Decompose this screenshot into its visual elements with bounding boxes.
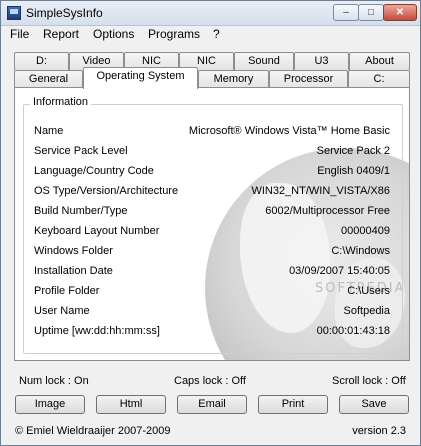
- info-value: C:\Windows: [331, 245, 390, 257]
- tab-sound[interactable]: Sound: [234, 52, 294, 70]
- info-key: Name: [34, 125, 64, 137]
- print-button[interactable]: Print: [258, 395, 328, 414]
- close-button[interactable]: ✕: [383, 4, 417, 21]
- info-row: Installation Date 03/09/2007 15:40:05: [15, 265, 409, 279]
- menu-file[interactable]: File: [10, 27, 29, 41]
- menu-bar: File Report Options Programs ?: [1, 26, 420, 45]
- menu-programs[interactable]: Programs: [148, 27, 200, 41]
- info-value: Service Pack 2: [316, 145, 390, 157]
- version-text: version 2.3: [352, 425, 406, 437]
- tab-memory[interactable]: Memory: [198, 70, 269, 88]
- info-value: 03/09/2007 15:40:05: [289, 265, 390, 277]
- info-key: User Name: [34, 305, 90, 317]
- info-key: Installation Date: [34, 265, 113, 277]
- info-key: Language/Country Code: [34, 165, 154, 177]
- info-key: Profile Folder: [34, 285, 100, 297]
- app-window-icon: [7, 6, 21, 20]
- menu-report[interactable]: Report: [43, 27, 79, 41]
- tab-about[interactable]: About: [349, 52, 410, 70]
- tab-drive-d[interactable]: D:: [14, 52, 69, 70]
- window-title: SimpleSysInfo: [26, 6, 103, 20]
- info-value: Softpedia: [343, 305, 390, 317]
- tab-general[interactable]: General: [14, 70, 83, 88]
- minimize-button[interactable]: –: [333, 4, 359, 21]
- info-key: Build Number/Type: [34, 205, 128, 217]
- num-lock-status: Num lock : On: [19, 375, 89, 387]
- copyright-text: © Emiel Wieldraaijer 2007-2009: [15, 425, 171, 437]
- info-value: C:\Users: [347, 285, 390, 297]
- info-row: User Name Softpedia: [15, 305, 409, 319]
- maximize-button[interactable]: □: [358, 4, 384, 21]
- tab-drive-c[interactable]: C:: [348, 70, 410, 88]
- app-window: SimpleSysInfo – □ ✕ File Report Options …: [0, 0, 421, 446]
- info-row: Profile Folder C:\Users: [15, 285, 409, 299]
- tab-processor[interactable]: Processor: [269, 70, 348, 88]
- info-row: Service Pack Level Service Pack 2: [15, 145, 409, 159]
- title-bar[interactable]: SimpleSysInfo – □ ✕: [1, 1, 420, 26]
- info-key: OS Type/Version/Architecture: [34, 185, 179, 197]
- info-row: Language/Country Code English 0409/1: [15, 165, 409, 179]
- info-row: Build Number/Type 6002/Multiprocessor Fr…: [15, 205, 409, 219]
- info-row: Uptime [ww:dd:hh:mm:ss] 00:00:01:43:18: [15, 325, 409, 339]
- info-row: Keyboard Layout Number 00000409: [15, 225, 409, 239]
- info-value: English 0409/1: [317, 165, 390, 177]
- information-group-label: Information: [30, 96, 92, 108]
- image-button[interactable]: Image: [15, 395, 85, 414]
- info-value: WIN32_NT/WIN_VISTA/X86: [251, 185, 390, 197]
- html-button[interactable]: Html: [96, 395, 166, 414]
- menu-options[interactable]: Options: [93, 27, 134, 41]
- save-button[interactable]: Save: [339, 395, 409, 414]
- info-value: 6002/Multiprocessor Free: [265, 205, 390, 217]
- info-key: Keyboard Layout Number: [34, 225, 160, 237]
- tab-u3[interactable]: U3: [294, 52, 349, 70]
- menu-help[interactable]: ?: [213, 27, 220, 41]
- tab-operating-system[interactable]: Operating System: [83, 67, 198, 89]
- email-button[interactable]: Email: [177, 395, 247, 414]
- info-row: Windows Folder C:\Windows: [15, 245, 409, 259]
- info-value: 00:00:01:43:18: [316, 325, 390, 337]
- info-value: 00000409: [341, 225, 390, 237]
- scroll-lock-status: Scroll lock : Off: [332, 375, 406, 387]
- info-row: OS Type/Version/Architecture WIN32_NT/WI…: [15, 185, 409, 199]
- info-key: Service Pack Level: [34, 145, 128, 157]
- tab-page-operating-system: SOFTPEDIA Information Name Microsoft® Wi…: [14, 87, 410, 361]
- info-key: Uptime [ww:dd:hh:mm:ss]: [34, 325, 160, 337]
- info-row: Name Microsoft® Windows Vista™ Home Basi…: [15, 125, 409, 139]
- info-value: Microsoft® Windows Vista™ Home Basic: [188, 125, 390, 137]
- caps-lock-status: Caps lock : Off: [174, 375, 246, 387]
- info-key: Windows Folder: [34, 245, 113, 257]
